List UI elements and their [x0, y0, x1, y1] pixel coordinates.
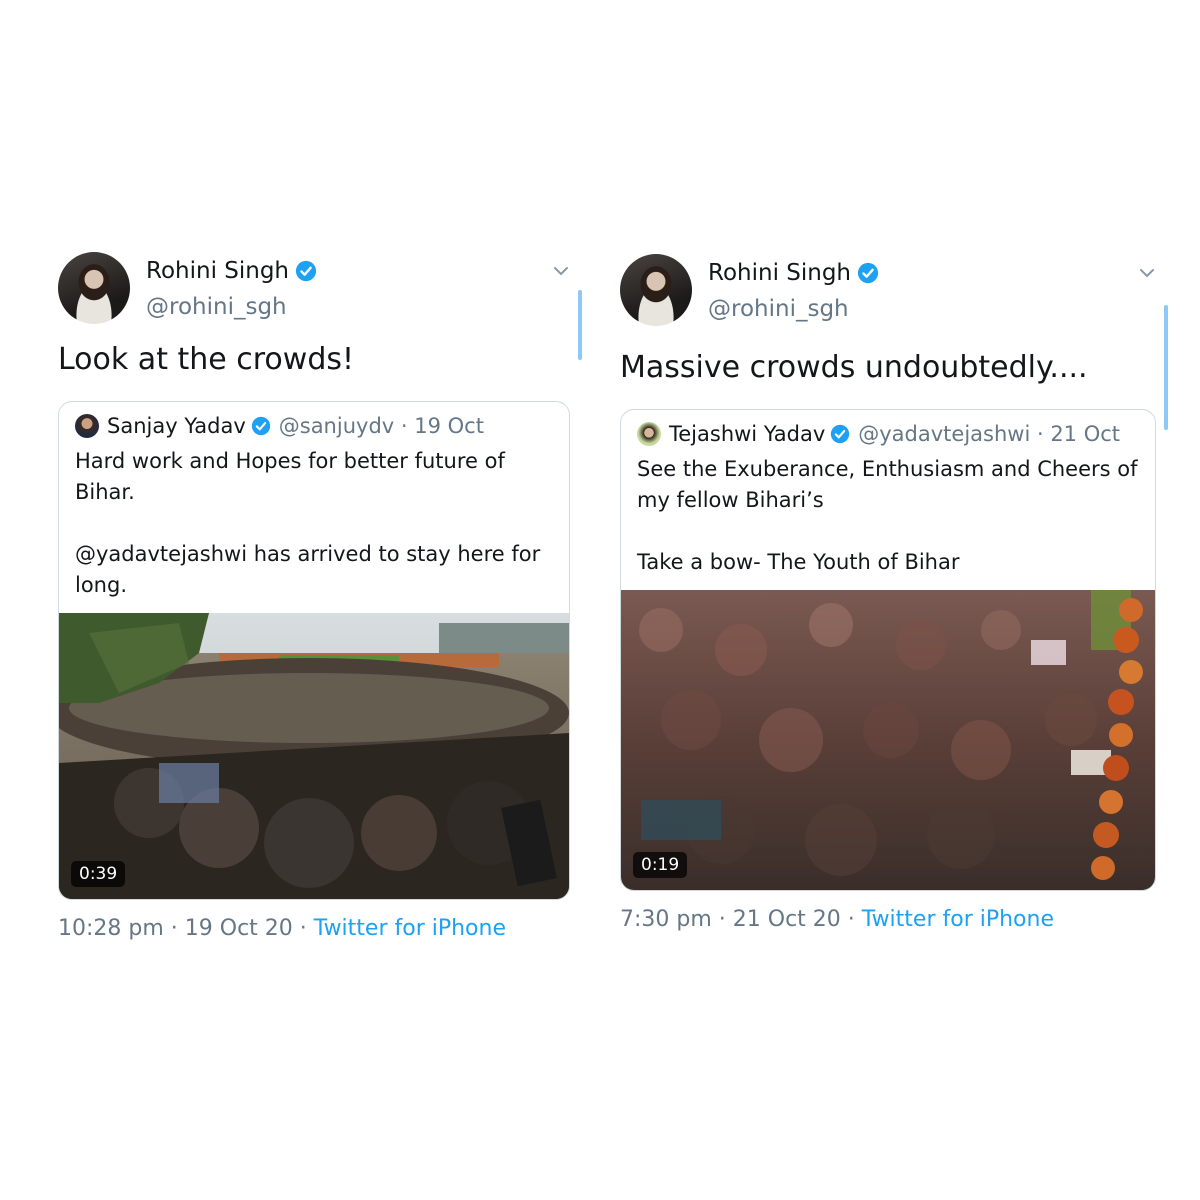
author-name-row: Rohini Singh — [146, 258, 317, 284]
quoted-tweet[interactable]: Sanjay Yadav @sanjuydv · 19 Oct Hard wor… — [58, 401, 570, 900]
quoted-meta: @sanjuydv · 19 Oct — [278, 414, 484, 438]
crowd-image — [59, 613, 569, 899]
verified-badge-icon — [831, 424, 850, 444]
quoted-text: Hard work and Hopes for better future of… — [75, 449, 541, 597]
tweet-source-link[interactable]: Twitter for iPhone — [314, 916, 506, 941]
author-name-row: Rohini Singh — [708, 260, 879, 286]
tweet-footer: 7:30 pm · 21 Oct 20 · Twitter for iPhone — [620, 907, 1156, 932]
tweet-text: Look at the crowds! — [58, 342, 355, 377]
tweet-source-link[interactable]: Twitter for iPhone — [862, 907, 1054, 932]
quoted-tweet[interactable]: Tejashwi Yadav @yadavtejashwi · 21 Oct S… — [620, 409, 1156, 891]
avatar[interactable] — [58, 252, 130, 324]
crowd-image — [621, 590, 1155, 890]
chevron-down-icon[interactable] — [1138, 264, 1156, 282]
quoted-author-name: Tejashwi Yadav — [669, 422, 826, 446]
tweet-footer: 10:28 pm · 19 Oct 20 · Twitter for iPhon… — [58, 916, 570, 941]
author-name[interactable]: Rohini Singh — [146, 258, 289, 284]
quoted-avatar — [637, 422, 661, 446]
video-duration: 0:19 — [633, 852, 688, 878]
video-duration: 0:39 — [71, 861, 126, 887]
tweet-right: Rohini Singh @rohini_sgh Massive crowds … — [620, 254, 1156, 932]
screenshot-canvas: Rohini Singh @rohini_sgh Look at the cro… — [0, 0, 1200, 1200]
tweet-text: Massive crowds undoubtedly.... — [620, 350, 1088, 385]
quoted-tweet-header: Sanjay Yadav @sanjuydv · 19 Oct — [59, 402, 569, 438]
tweet-timestamp[interactable]: 10:28 pm · 19 Oct 20 · — [58, 916, 314, 941]
quoted-author-name: Sanjay Yadav — [107, 414, 246, 438]
video-thumbnail[interactable]: 0:39 — [59, 613, 569, 899]
scrollbar[interactable] — [578, 290, 582, 360]
avatar[interactable] — [620, 254, 692, 326]
tweet-left: Rohini Singh @rohini_sgh Look at the cro… — [58, 252, 570, 941]
chevron-down-icon[interactable] — [552, 262, 570, 280]
quoted-text: See the Exuberance, Enthusiasm and Cheer… — [637, 457, 1138, 574]
verified-badge-icon — [251, 416, 270, 436]
author-handle[interactable]: @rohini_sgh — [708, 296, 849, 322]
tweet-author: Rohini Singh @rohini_sgh — [58, 252, 570, 328]
verified-badge-icon — [857, 262, 879, 284]
video-thumbnail[interactable]: 0:19 — [621, 590, 1155, 890]
quoted-tweet-header: Tejashwi Yadav @yadavtejashwi · 21 Oct — [621, 410, 1155, 446]
tweet-author: Rohini Singh @rohini_sgh — [620, 254, 1156, 330]
quoted-avatar — [75, 414, 99, 438]
quoted-meta: @yadavtejashwi · 21 Oct — [858, 422, 1121, 446]
author-name[interactable]: Rohini Singh — [708, 260, 851, 286]
tweet-timestamp[interactable]: 7:30 pm · 21 Oct 20 · — [620, 907, 862, 932]
author-handle[interactable]: @rohini_sgh — [146, 294, 287, 320]
scrollbar[interactable] — [1164, 305, 1168, 430]
verified-badge-icon — [295, 260, 317, 282]
